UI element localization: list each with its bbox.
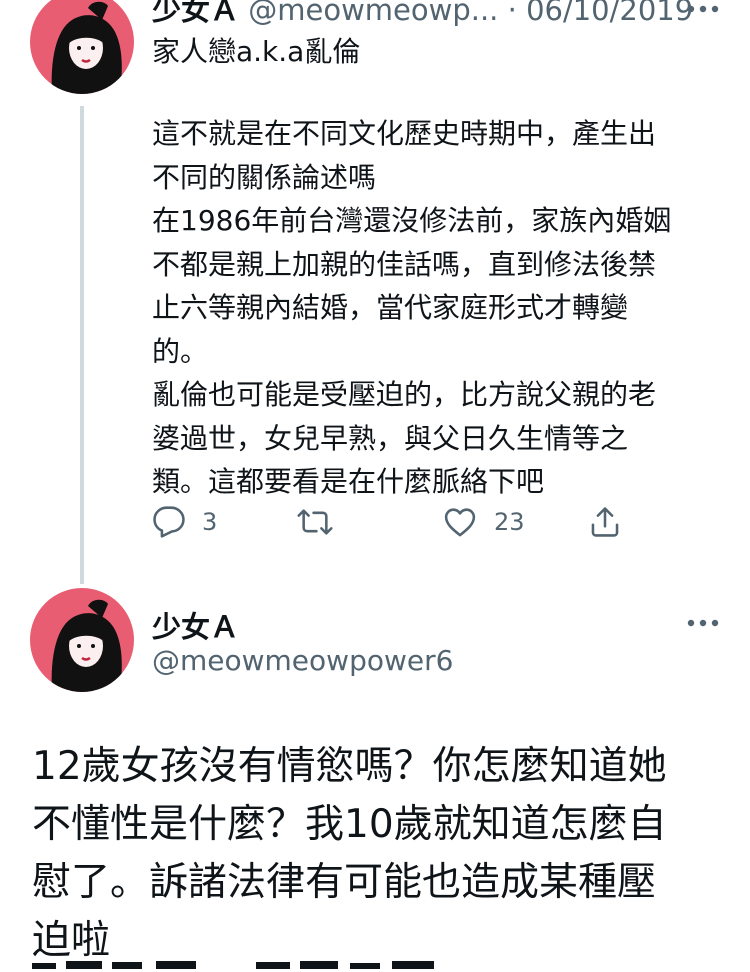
avatar[interactable] [30,588,134,692]
tweet1-body-line: 不都是親上加親的佳話嗎，直到修法後禁 [152,247,657,281]
cropped-text-fragment [32,958,452,972]
tweet1-body-line: 亂倫也可能是受壓迫的，比方說父親的老 [152,378,657,411]
avatar-illustration [30,0,134,94]
more-icon[interactable] [686,4,720,14]
share-button[interactable] [588,502,622,542]
tweet1-actions: 3 23 [152,502,632,542]
tweet2-body-line: 不懂性是什麼？我10歲就知道怎麼自 [32,802,667,847]
tweet2-handle[interactable]: @meowmeowpower6 [152,644,453,677]
tweet2-body: 12歲女孩沒有情慾嗎？你怎麼知道她 不懂性是什麼？我10歲就知道怎麼自 慰了。訴… [32,738,722,970]
tweet1-header: 少女Ａ @meowmeowp... · 06/10/2019 [152,0,693,28]
tweet2-display-name[interactable]: 少女Ａ [152,604,239,646]
tweet1-separator: · [498,0,527,27]
tweet1-body: 這不就是在不同文化歷史時期中，產生出 不同的關係論述嗎 在1986年前台灣還沒修… [152,112,722,504]
tweet2-body-line: 慰了。訴諸法律有可能也造成某種壓 [32,860,657,905]
avatar-illustration [30,588,134,692]
avatar[interactable] [30,0,134,94]
tweet1-date[interactable]: 06/10/2019 [526,0,693,27]
retweet-button[interactable] [296,502,350,542]
share-upload-icon [591,507,619,537]
thread-line [80,106,84,584]
tweet1-handle[interactable]: @meowmeowp... [248,0,498,27]
tweet1-body-line: 這不就是在不同文化歷史時期中，產生出 [152,117,657,150]
tweet1-body-line: 的。 [152,334,209,368]
tweet1-body-line: 在1986年前台灣還沒修法前，家族內婚姻 [152,204,672,237]
speech-bubble-icon [153,506,185,538]
tweet2-body-line: 12歲女孩沒有情慾嗎？你怎麼知道她 [32,744,667,789]
reply-button[interactable]: 3 [152,502,217,542]
tweet1-body-line: 婆過世，女兒早熟，與父日久生情等之 [152,421,629,455]
more-icon[interactable] [686,618,720,628]
tweet1-body-line: 類。這都要看是在什麼脈絡下吧 [152,465,545,498]
like-button[interactable]: 23 [442,502,525,542]
reply-context: 家人戀a.k.a亂倫 [152,35,361,68]
reply-count: 3 [202,508,218,536]
retweet-arrows-icon [297,509,333,535]
like-count: 23 [494,508,525,536]
tweet1-body-line: 止六等親內結婚，當代家庭形式才轉變 [152,291,629,324]
tweet1-display-name[interactable]: 少女Ａ [152,0,239,27]
heart-icon [444,508,476,537]
tweet1-body-line: 不同的關係論述嗎 [152,160,377,194]
